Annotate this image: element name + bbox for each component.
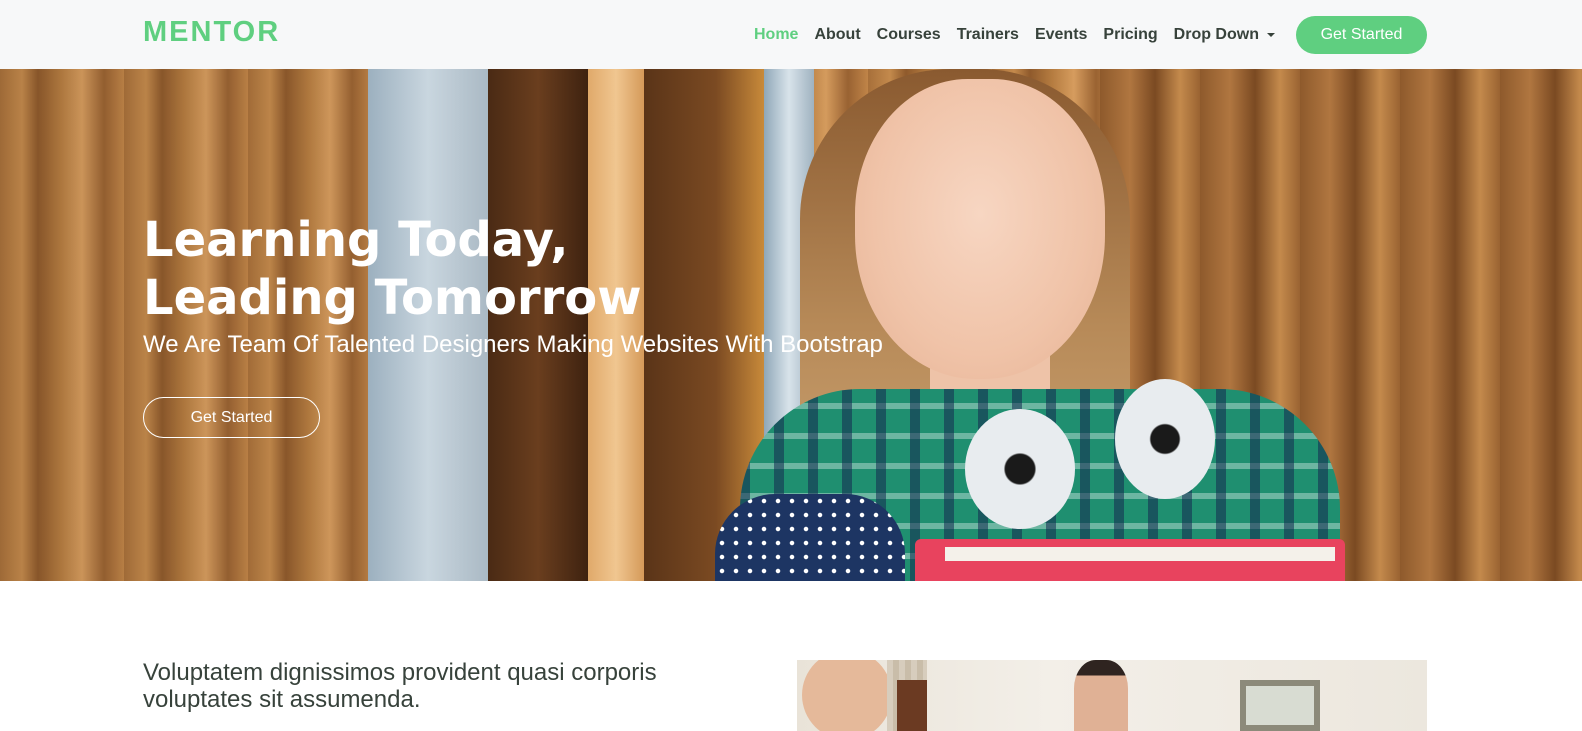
picture-frame-shape: [1240, 680, 1320, 731]
about-image: [797, 660, 1427, 731]
nav-item-courses[interactable]: Courses: [877, 26, 941, 44]
hero-section: Learning Today, Leading Tomorrow We Are …: [0, 69, 1582, 581]
nav-item-dropdown-label: Drop Down: [1173, 25, 1259, 43]
nav-item-dropdown[interactable]: Drop Down: [1174, 26, 1275, 44]
main-nav: Home About Courses Trainers Events Prici…: [754, 0, 1291, 69]
hero-get-started-button[interactable]: Get Started: [143, 397, 320, 438]
hero-subtitle: We Are Team Of Talented Designers Making…: [143, 331, 883, 358]
about-heading: Voluptatem dignissimos provident quasi c…: [143, 659, 657, 713]
site-logo[interactable]: MENTOR: [143, 16, 280, 49]
nav-item-about[interactable]: About: [814, 26, 860, 44]
folder-pages-shape: [945, 547, 1335, 561]
site-header: MENTOR Home About Courses Trainers Event…: [0, 0, 1582, 69]
person-shape: [1074, 660, 1128, 731]
headphones-icon: [1115, 379, 1215, 499]
person-shape: [802, 660, 892, 731]
nav-item-events[interactable]: Events: [1035, 26, 1087, 44]
hero-title: Learning Today, Leading Tomorrow: [143, 211, 642, 327]
chair-shape: [897, 680, 927, 731]
hero-title-line: Learning Today,: [143, 212, 569, 268]
nav-item-pricing[interactable]: Pricing: [1103, 26, 1157, 44]
nav-item-home[interactable]: Home: [754, 26, 798, 44]
backpack-shape: [715, 494, 905, 581]
hero-title-line: Leading Tomorrow: [143, 270, 642, 326]
headphones-icon: [965, 409, 1075, 529]
face-shape: [855, 79, 1105, 379]
chevron-down-icon: [1266, 32, 1275, 37]
nav-item-trainers[interactable]: Trainers: [957, 26, 1019, 44]
hero-student-image: [710, 69, 1360, 581]
get-started-button[interactable]: Get Started: [1296, 16, 1427, 54]
